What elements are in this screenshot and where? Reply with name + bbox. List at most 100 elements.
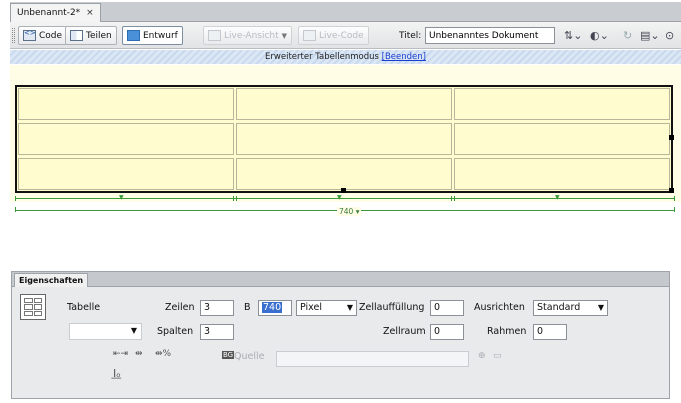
visual-aids-icon[interactable]: ⊙ <box>665 29 674 42</box>
ruler-tick <box>15 196 16 201</box>
column-menu-icon[interactable]: ▼ <box>555 194 560 201</box>
table-row <box>17 87 671 121</box>
exit-expanded-mode-link[interactable]: [Beenden] <box>382 52 426 62</box>
live-view-button[interactable]: Live-Ansicht ▼ <box>203 26 293 45</box>
title-input[interactable] <box>425 27 555 44</box>
column-menu-icon[interactable]: ▼ <box>337 194 342 201</box>
convert-widths-to-pixels-icon[interactable]: ⇹ <box>135 349 143 359</box>
live-view-label: Live-Ansicht <box>224 30 279 41</box>
code-view-label: Code <box>39 30 63 41</box>
source-input[interactable] <box>276 351 469 367</box>
live-view-icon <box>208 30 221 41</box>
table-id-select[interactable]: ▼ <box>69 323 142 340</box>
properties-tab[interactable]: Eigenschaften <box>14 273 89 287</box>
expanded-mode-text: Erweiterter Tabellenmodus <box>265 52 379 62</box>
split-view-label: Teilen <box>86 30 112 41</box>
document-tab-bar: Unbenannt-2* × <box>10 2 681 22</box>
table-row <box>17 122 671 156</box>
resize-handle-right[interactable] <box>669 135 674 140</box>
source-label: Quelle <box>234 351 265 362</box>
toolbar-grip[interactable] <box>12 28 15 43</box>
document-toolbar: Code Teilen Entwurf Live-Ansicht ▼ Live-… <box>10 22 681 49</box>
resize-handle-bottom[interactable] <box>341 188 346 193</box>
design-view-label: Entwurf <box>143 30 178 41</box>
chevron-down-icon: ▼ <box>130 326 137 335</box>
table-row <box>17 157 671 191</box>
column-width-line <box>15 198 675 199</box>
live-view-dropdown-icon[interactable]: ▼ <box>282 32 287 40</box>
cols-input[interactable]: 3 <box>200 324 234 340</box>
resize-handle-corner[interactable] <box>669 188 674 193</box>
table-width-value: 740 <box>339 207 354 216</box>
ruler-tick <box>454 196 455 201</box>
ruler-tick <box>674 207 675 212</box>
cols-label: Spalten <box>157 326 194 337</box>
ruler-tick <box>15 207 16 212</box>
live-code-icon <box>303 30 316 41</box>
cellpad-label: Zellauffüllung <box>359 302 425 313</box>
code-view-button[interactable]: Code <box>18 26 68 45</box>
cellpad-input[interactable]: 0 <box>430 300 464 316</box>
table-cell[interactable] <box>18 158 234 190</box>
border-label: Rahmen <box>487 326 527 337</box>
cellspace-input[interactable]: 0 <box>430 324 464 340</box>
browse-folder-icon[interactable]: ▭ <box>493 351 502 361</box>
table-cell[interactable] <box>454 123 670 155</box>
point-to-file-icon[interactable]: ⊕ <box>478 351 486 361</box>
table-cell[interactable] <box>18 123 234 155</box>
table-cell[interactable] <box>236 158 452 190</box>
code-view-icon <box>23 29 36 41</box>
table-label: Tabelle <box>67 302 101 313</box>
split-view-button[interactable]: Teilen <box>65 26 117 45</box>
design-canvas[interactable]: ▼ ▼ ▼ 740 ▾ <box>10 65 681 216</box>
table-cell[interactable] <box>454 158 670 190</box>
properties-tab-bar: Eigenschaften <box>12 272 669 287</box>
ruler-tick <box>451 196 452 201</box>
preview-globe-icon[interactable]: ◐⌄ <box>590 29 609 42</box>
table-width-ruler[interactable]: ▼ ▼ ▼ 740 ▾ <box>15 194 675 216</box>
cellspace-label: Zellraum <box>383 326 426 337</box>
border-input[interactable]: 0 <box>533 324 567 340</box>
table-width-readout[interactable]: 740 ▾ <box>337 207 362 216</box>
design-view-button[interactable]: Entwurf <box>122 26 183 45</box>
document-window: Unbenannt-2* × Code Teilen Entwurf Live-… <box>10 2 681 216</box>
align-select[interactable]: Standard ▼ <box>533 300 608 316</box>
column-menu-icon[interactable]: ▼ <box>119 194 124 201</box>
view-options-icon[interactable]: ▤⌄ <box>640 29 660 42</box>
live-code-button[interactable]: Live-Code <box>298 26 369 45</box>
align-label: Ausrichten <box>474 302 525 313</box>
table-cell[interactable] <box>236 123 452 155</box>
width-label: B <box>244 302 251 313</box>
design-view-icon <box>127 30 140 41</box>
title-label: Titel: <box>399 31 422 41</box>
table-cell[interactable] <box>236 88 452 120</box>
background-image-icon: BG <box>222 351 235 359</box>
width-value: 740 <box>262 302 283 313</box>
close-icon[interactable]: × <box>86 8 94 18</box>
table-cell[interactable] <box>454 88 670 120</box>
live-code-label: Live-Code <box>319 30 364 41</box>
refresh-icon[interactable]: ↻ <box>623 29 632 42</box>
table-icon <box>20 294 46 320</box>
clear-column-widths-icon[interactable]: ⇤⇥ <box>113 349 128 359</box>
align-value: Standard <box>537 302 581 313</box>
ruler-tick <box>233 196 234 201</box>
width-unit-value: Pixel <box>300 302 322 313</box>
width-unit-select[interactable]: Pixel ▼ <box>296 300 357 316</box>
convert-widths-to-percent-icon[interactable]: ⇹% <box>155 349 171 359</box>
document-tab-title: Unbenannt-2* <box>17 8 81 18</box>
layout-table[interactable] <box>15 85 674 193</box>
ruler-tick <box>236 196 237 201</box>
expanded-tables-mode-bar: Erweiterter Tabellenmodus [Beenden] <box>10 50 681 64</box>
browser-check-icon[interactable]: ⇅⌄ <box>564 29 582 42</box>
width-input[interactable]: 740 <box>258 300 292 316</box>
chevron-down-icon: ▼ <box>597 303 604 312</box>
rows-input[interactable]: 3 <box>200 300 234 316</box>
rows-label: Zeilen <box>165 302 195 313</box>
chevron-down-icon: ▼ <box>346 303 353 312</box>
clear-row-heights-icon[interactable]: I͟ₒ <box>113 367 121 380</box>
document-tab[interactable]: Unbenannt-2* × <box>10 3 101 22</box>
ruler-tick <box>674 196 675 201</box>
table-cell[interactable] <box>18 88 234 120</box>
split-view-icon <box>70 30 83 41</box>
